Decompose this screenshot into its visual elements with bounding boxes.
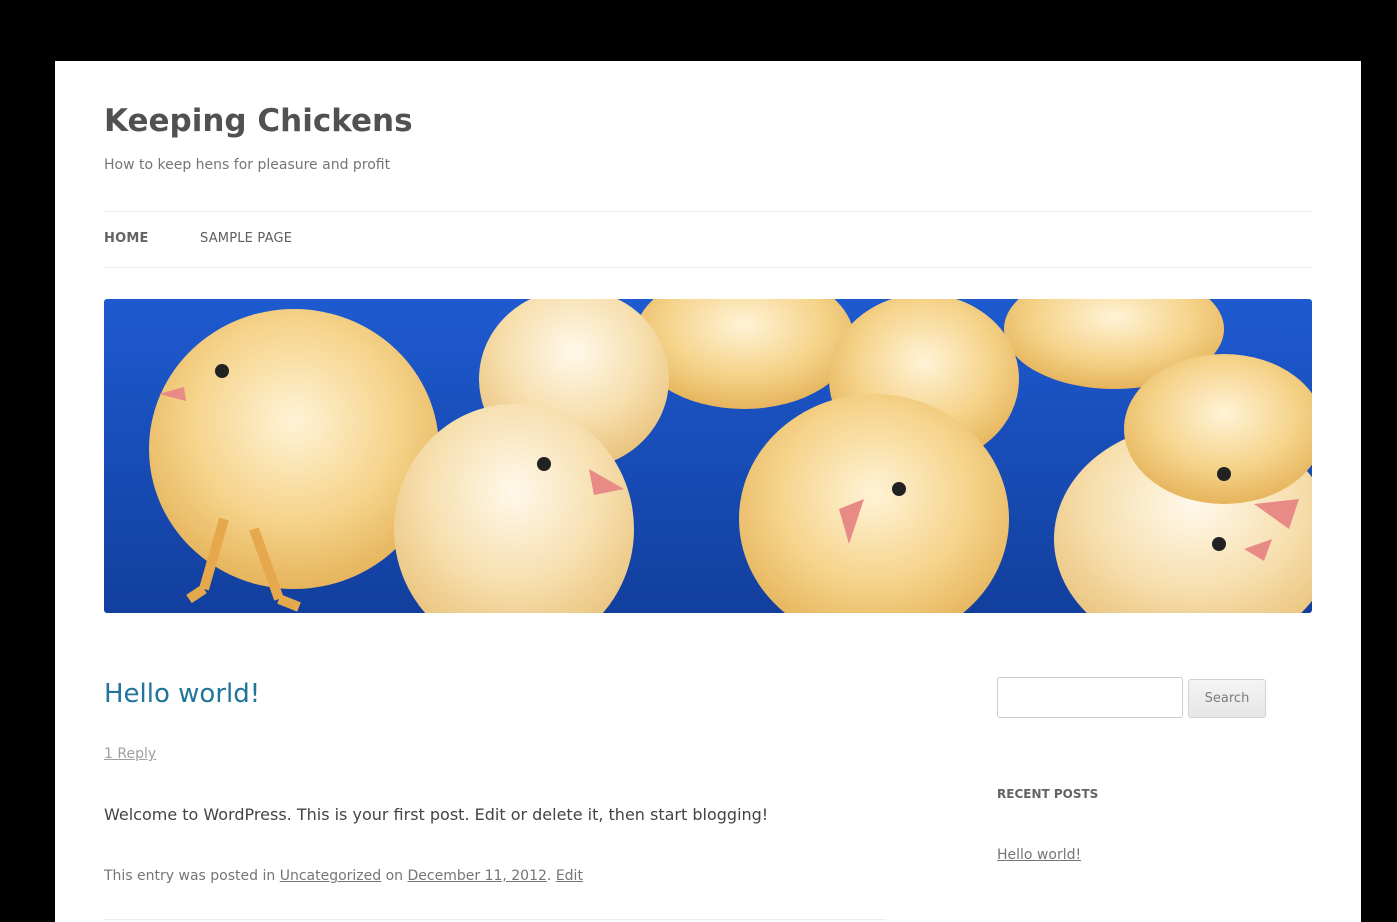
meta-prefix: This entry was posted in [104,868,276,884]
chick-center-right-eye [892,482,906,496]
header-image [104,299,1312,613]
search-input[interactable] [997,677,1183,718]
main-navigation: Home Sample Page [104,211,1312,268]
screen-frame: Keeping Chickens How to keep hens for pl… [0,0,1397,922]
edit-link[interactable]: Edit [556,868,583,884]
post-meta: This entry was posted in Uncategorized o… [104,868,583,884]
nav-item-sample-page[interactable]: Sample Page [200,231,292,246]
recent-post-link[interactable]: Hello world! [997,847,1081,863]
chick-right-eye-1 [1217,467,1231,481]
post-title[interactable]: Hello world! [104,679,260,709]
chicks-illustration [104,299,1312,613]
date-link[interactable]: December 11, 2012 [408,868,547,884]
chick-left-eye [215,364,229,378]
category-link[interactable]: Uncategorized [280,868,381,884]
meta-on: on [385,868,404,884]
chick-center-left-eye [537,457,551,471]
page: Keeping Chickens How to keep hens for pl… [55,61,1361,922]
reply-link[interactable]: 1 Reply [104,746,156,762]
meta-period: . [546,868,552,884]
search-button[interactable]: Search [1188,679,1266,718]
site-description: How to keep hens for pleasure and profit [104,157,391,173]
post-content: Welcome to WordPress. This is your first… [104,805,769,824]
chick-right-eye-2 [1212,537,1226,551]
nav-item-home[interactable]: Home [104,231,149,246]
post-divider [104,919,886,920]
site-title[interactable]: Keeping Chickens [104,103,413,139]
recent-posts-title: Recent Posts [997,787,1099,801]
